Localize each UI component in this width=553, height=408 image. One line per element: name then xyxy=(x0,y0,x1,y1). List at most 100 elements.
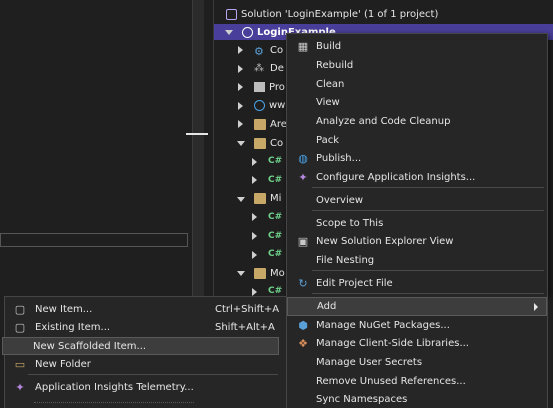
tree-node[interactable]: ww xyxy=(236,97,285,115)
expanded-arrow-icon[interactable] xyxy=(236,194,246,204)
publish-globe-icon: ◍ xyxy=(298,152,308,165)
context-menu-item-view[interactable]: View xyxy=(287,93,547,112)
gear-icon: ⚙ xyxy=(254,44,264,58)
collapsed-arrow-icon[interactable] xyxy=(236,64,246,74)
context-menu-item-edit-project-file[interactable]: ↻ Edit Project File xyxy=(287,274,547,293)
tree-node[interactable]: ⚙ Co xyxy=(236,41,283,59)
app-insights-icon: ✦ xyxy=(15,380,25,394)
tree-node[interactable]: C# xyxy=(250,227,286,245)
csharp-file-icon: C# xyxy=(268,230,283,241)
context-menu-item-label: Manage NuGet Packages... xyxy=(316,320,450,331)
solution-label: Solution 'LoginExample' (1 of 1 project) xyxy=(241,8,439,20)
menu-separator xyxy=(28,374,278,375)
context-menu-item-scope-to-this[interactable]: Scope to This xyxy=(287,214,547,233)
collapsed-arrow-icon[interactable] xyxy=(250,157,260,167)
tree-node[interactable]: C# xyxy=(250,208,286,226)
context-menu-item-analyze-and-code-cleanup[interactable]: Analyze and Code Cleanup xyxy=(287,112,547,131)
dependencies-icon: ⁂ xyxy=(254,63,264,75)
tree-node-label: Mi xyxy=(270,193,282,205)
tree-node[interactable]: Co xyxy=(236,134,283,152)
tree-node[interactable]: C# xyxy=(250,246,286,264)
menu-separator xyxy=(312,270,544,271)
context-menu-item-manage-client-side-libraries[interactable]: ❖ Manage Client-Side Libraries... xyxy=(287,334,547,353)
collapsed-arrow-icon[interactable] xyxy=(236,119,246,129)
libraries-icon: ❖ xyxy=(298,337,308,350)
tree-node-label: Co xyxy=(270,44,284,56)
context-menu-item-label: Configure Application Insights... xyxy=(316,172,476,183)
collapsed-arrow-icon[interactable] xyxy=(236,101,246,111)
tree-node-label: Mo xyxy=(270,267,285,279)
editor-pane xyxy=(0,0,192,296)
context-menu-item-label: Analyze and Code Cleanup xyxy=(316,116,451,127)
expand-arrow-icon[interactable] xyxy=(224,27,234,37)
tree-node[interactable]: Mi xyxy=(236,190,281,208)
add-submenu-item-label: Application Insights Telemetry... xyxy=(35,381,194,393)
properties-icon xyxy=(254,82,265,93)
folder-icon xyxy=(254,137,266,149)
add-submenu-item-new-item[interactable]: ▢ New Item... Ctrl+Shift+A xyxy=(5,300,286,318)
context-menu-item-label: Clean xyxy=(316,79,345,90)
context-menu-item-file-nesting[interactable]: File Nesting xyxy=(287,251,547,270)
truncated-menu-item xyxy=(34,402,194,408)
context-menu-item-pack[interactable]: Pack xyxy=(287,131,547,150)
folder-icon xyxy=(254,118,266,130)
web-project-icon xyxy=(242,26,253,38)
context-menu-item-label: Manage Client-Side Libraries... xyxy=(316,338,469,349)
add-submenu-item-label: Existing Item... xyxy=(35,321,111,333)
context-menu-item-clean[interactable]: Clean xyxy=(287,75,547,94)
tree-node[interactable]: Mo xyxy=(236,264,285,282)
folder-icon xyxy=(254,193,266,205)
context-menu-item-configure-application-insights[interactable]: ✦ Configure Application Insights... xyxy=(287,168,547,187)
csharp-file-icon: C# xyxy=(268,156,283,167)
build-icon: ▦ xyxy=(297,40,309,53)
context-menu-item-overview[interactable]: Overview xyxy=(287,191,547,210)
menu-separator xyxy=(312,210,544,211)
context-menu-item-remove-unused-references[interactable]: Remove Unused References... xyxy=(287,372,547,391)
existing-item-icon: ▢ xyxy=(14,320,26,334)
solution-icon xyxy=(226,8,237,20)
context-menu-item-rebuild[interactable]: Rebuild xyxy=(287,56,547,75)
solution-node[interactable]: Solution 'LoginExample' (1 of 1 project) xyxy=(214,4,553,24)
collapsed-arrow-icon[interactable] xyxy=(250,231,260,241)
context-menu-item-manage-user-secrets[interactable]: Manage User Secrets xyxy=(287,353,547,372)
collapsed-arrow-icon[interactable] xyxy=(236,82,246,92)
keyboard-shortcut: Ctrl+Shift+A xyxy=(215,303,280,315)
editor-scrollbar[interactable] xyxy=(192,0,204,296)
context-menu-item-label: Edit Project File xyxy=(316,278,393,289)
expanded-arrow-icon[interactable] xyxy=(236,138,246,148)
tree-node-label: Co xyxy=(270,137,284,149)
context-menu-item-manage-nuget-packages[interactable]: ⬢ Manage NuGet Packages... xyxy=(287,316,547,335)
collapsed-arrow-icon[interactable] xyxy=(250,212,260,222)
expanded-arrow-icon[interactable] xyxy=(236,268,246,278)
tree-node[interactable]: C# xyxy=(250,153,286,171)
csharp-file-icon: C# xyxy=(268,211,283,222)
globe-icon xyxy=(254,100,265,112)
collapsed-arrow-icon[interactable] xyxy=(250,175,260,185)
add-submenu-item-label: New Folder xyxy=(35,358,91,370)
collapsed-arrow-icon[interactable] xyxy=(236,45,246,55)
tree-node-label: ww xyxy=(269,100,286,112)
context-menu-item-sync-namespaces[interactable]: Sync Namespaces xyxy=(287,390,547,408)
context-menu-item-label: New Solution Explorer View xyxy=(316,236,454,247)
new-item-icon: ▢ xyxy=(14,302,26,316)
tree-node[interactable]: C# xyxy=(250,171,286,189)
add-submenu-item-application-insights-telemetry[interactable]: ✦ Application Insights Telemetry... xyxy=(5,378,286,396)
add-submenu-item-label: New Item... xyxy=(35,303,93,315)
context-menu-item-add[interactable]: Add xyxy=(287,297,547,316)
tree-node[interactable]: Are xyxy=(236,115,287,133)
context-menu-item-build[interactable]: ▦ Build xyxy=(287,37,547,56)
add-submenu-item-label: New Scaffolded Item... xyxy=(33,340,147,352)
splitter-grip[interactable] xyxy=(186,133,208,135)
add-submenu-item-new-folder[interactable]: ▭ New Folder xyxy=(5,355,286,373)
context-menu-item-label: Pack xyxy=(316,135,339,146)
tree-node[interactable]: ⁂ De xyxy=(236,60,284,78)
context-menu-item-publish[interactable]: ◍ Publish... xyxy=(287,149,547,168)
add-submenu-item-existing-item[interactable]: ▢ Existing Item... Shift+Alt+A xyxy=(5,318,286,336)
pane-splitter[interactable] xyxy=(204,0,214,296)
new-folder-icon: ▭ xyxy=(14,357,26,371)
context-menu-item-new-solution-explorer-view[interactable]: ▣ New Solution Explorer View xyxy=(287,232,547,251)
collapsed-arrow-icon[interactable] xyxy=(250,250,260,260)
context-menu-item-label: Manage User Secrets xyxy=(316,357,423,368)
tree-node[interactable]: Pro xyxy=(236,78,285,96)
add-submenu-item-new-scaffolded-item[interactable]: New Scaffolded Item... xyxy=(2,337,279,355)
